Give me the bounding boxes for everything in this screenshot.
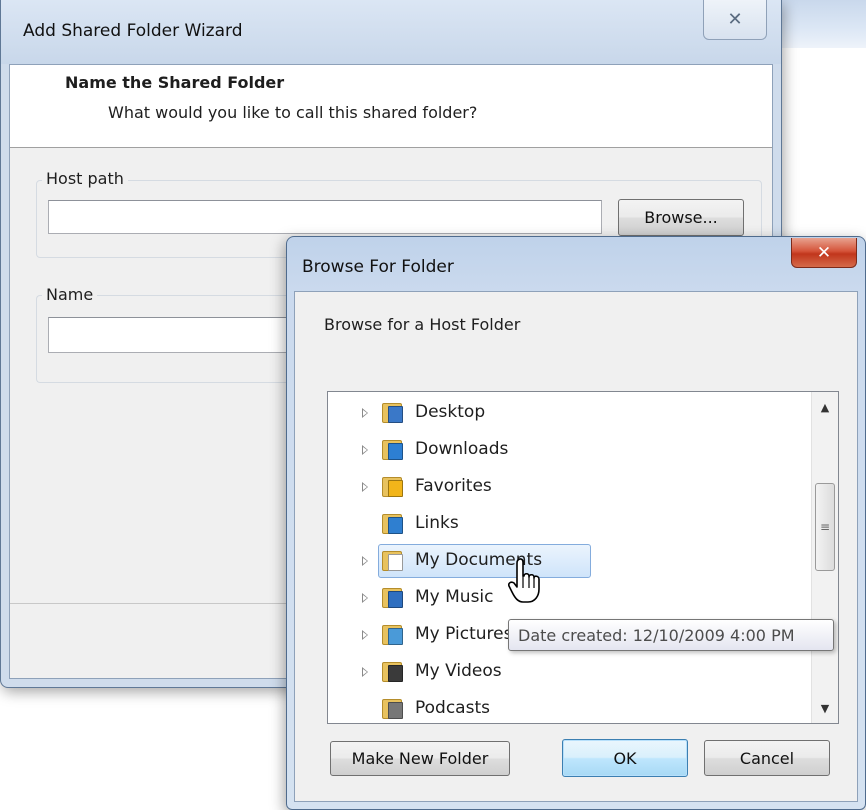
expand-arrow-icon[interactable]: [362, 667, 368, 677]
expand-arrow-icon[interactable]: [362, 630, 368, 640]
folder-overlay-shape: [388, 665, 403, 682]
browse-button[interactable]: Browse...: [618, 199, 744, 236]
folder-overlay-shape: [388, 517, 403, 534]
tree-item-label: Downloads: [415, 439, 509, 459]
tree-item-podcasts[interactable]: Podcasts: [328, 694, 808, 723]
cancel-button[interactable]: Cancel: [704, 740, 830, 776]
tree-item-links[interactable]: Links: [328, 509, 808, 539]
browse-dialog-title: Browse For Folder: [302, 257, 454, 277]
tree-item-label: My Videos: [415, 661, 502, 681]
tree-item-label: My Pictures: [415, 624, 513, 644]
close-icon: ✕: [816, 242, 832, 263]
grip-icon: ≡: [819, 520, 831, 534]
browse-description: Browse for a Host Folder: [324, 315, 521, 334]
wizard-header-title: Name the Shared Folder: [65, 73, 285, 92]
make-new-folder-button[interactable]: Make New Folder: [330, 741, 510, 776]
folder-tree[interactable]: Desktop Downloads Favorites Links My Documen…: [327, 391, 839, 724]
tree-item-label: Podcasts: [415, 698, 490, 718]
folder-overlay-shape: [388, 406, 403, 423]
expand-arrow-icon[interactable]: [362, 408, 368, 418]
documents-folder-icon: [382, 551, 404, 571]
expand-arrow-icon[interactable]: [362, 445, 368, 455]
folder-overlay-shape: [388, 554, 403, 571]
music-folder-icon: [382, 588, 404, 608]
links-folder-icon: [382, 514, 404, 534]
host-path-label: Host path: [42, 169, 128, 188]
tree-item-label: Favorites: [415, 476, 492, 496]
browse-for-folder-dialog: Browse For Folder ✕ Browse for a Host Fo…: [286, 236, 866, 810]
host-path-input[interactable]: [48, 200, 602, 234]
folder-overlay-shape: [388, 702, 403, 719]
expand-arrow-icon[interactable]: [362, 482, 368, 492]
wizard-titlebar[interactable]: Add Shared Folder Wizard ✕: [1, 0, 781, 64]
tree-item-my-music[interactable]: My Music: [328, 583, 808, 613]
folder-overlay-shape: [388, 480, 403, 497]
wizard-title: Add Shared Folder Wizard: [23, 21, 243, 41]
scroll-thumb[interactable]: ≡: [815, 483, 835, 571]
wizard-header: Name the Shared Folder What would you li…: [10, 65, 772, 148]
videos-folder-icon: [382, 662, 404, 682]
date-created-tooltip: Date created: 12/10/2009 4:00 PM: [508, 619, 834, 651]
browse-client-area: Browse for a Host Folder Desktop Download…: [294, 291, 858, 802]
tree-item-my-documents[interactable]: My Documents: [328, 544, 808, 578]
folder-overlay-shape: [388, 628, 403, 645]
wizard-close-button[interactable]: ✕: [703, 0, 767, 40]
tree-scrollbar[interactable]: ▲ ≡ ▼: [811, 392, 838, 723]
tree-item-favorites[interactable]: Favorites: [328, 472, 808, 502]
tree-item-label: Desktop: [415, 402, 486, 422]
ok-button[interactable]: OK: [562, 739, 688, 777]
tree-item-label: My Music: [415, 587, 494, 607]
name-label: Name: [42, 285, 98, 304]
tree-item-downloads[interactable]: Downloads: [328, 435, 808, 465]
hand-cursor-icon: [508, 558, 540, 603]
tree-item-desktop[interactable]: Desktop: [328, 398, 808, 428]
wizard-header-subtitle: What would you like to call this shared …: [108, 103, 478, 122]
folder-overlay-shape: [388, 591, 403, 608]
expand-arrow-icon[interactable]: [362, 556, 368, 566]
scroll-up-arrow-icon[interactable]: ▲: [812, 394, 838, 420]
folder-overlay-shape: [388, 443, 403, 460]
expand-arrow-icon[interactable]: [362, 593, 368, 603]
pictures-folder-icon: [382, 625, 404, 645]
favorites-folder-icon: [382, 477, 404, 497]
tree-item-my-videos[interactable]: My Videos: [328, 657, 808, 687]
tree-item-label: Links: [415, 513, 459, 533]
scroll-down-arrow-icon[interactable]: ▼: [812, 695, 838, 721]
desktop-folder-icon: [382, 403, 404, 423]
podcasts-folder-icon: [382, 699, 404, 719]
downloads-folder-icon: [382, 440, 404, 460]
browse-close-button[interactable]: ✕: [791, 238, 857, 268]
close-icon: ✕: [727, 9, 743, 30]
